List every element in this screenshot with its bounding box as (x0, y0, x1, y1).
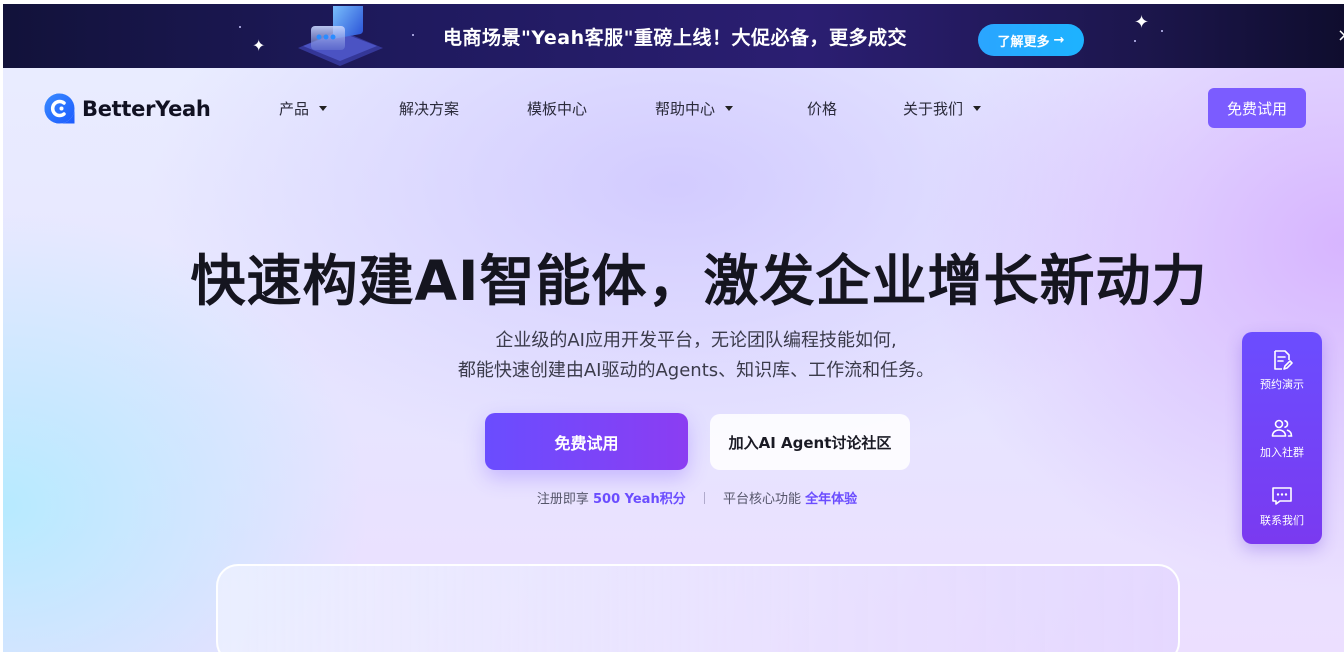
nav-item-about[interactable]: 关于我们 (903, 98, 982, 119)
promo-illustration-icon (298, 6, 383, 66)
promo-banner: ✦ ✦ 电商场景"Yeah客服"重磅上线！大促必备，更多成交 了解更多 → × (3, 4, 1344, 68)
close-icon[interactable]: × (1337, 26, 1344, 46)
logo-text: BetterYeah (82, 96, 211, 121)
nav-item-solutions[interactable]: 解决方案 (399, 98, 459, 119)
caret-down-icon (725, 106, 734, 111)
arrow-right-icon: → (1053, 32, 1065, 48)
nav-item-label: 帮助中心 (655, 100, 716, 118)
banner-message: 电商场景"Yeah客服"重磅上线！大促必备，更多成交 (443, 27, 908, 49)
nav-item-pricing[interactable]: 价格 (807, 98, 837, 119)
divider (703, 492, 705, 504)
brand-logo[interactable]: BetterYeah (43, 92, 211, 125)
perk-2-prefix: 平台核心功能 (723, 492, 802, 507)
learn-more-button[interactable]: 了解更多 → (978, 24, 1084, 56)
product-preview-frame (216, 564, 1180, 652)
nav-item-templates[interactable]: 模板中心 (527, 98, 587, 119)
hero-subline-1: 企业级的AI应用开发平台，无论团队编程技能如何, (495, 330, 897, 351)
side-item-label: 预约演示 (1260, 378, 1304, 391)
star-dot (1161, 30, 1163, 32)
caret-down-icon (319, 106, 328, 111)
join-group-button[interactable]: 加入社群 (1242, 416, 1322, 460)
nav-item-label: 价格 (807, 100, 838, 118)
caret-down-icon (973, 106, 982, 111)
users-icon (1271, 419, 1293, 437)
perk-1-highlight: 500 Yeah积分 (592, 492, 686, 507)
hero-subline-2: 都能快速创建由AI驱动的Agents、知识库、工作流和任务。 (457, 360, 935, 381)
hero-headline: 快速构建AI智能体，激发企业增长新动力 (190, 249, 1208, 313)
book-demo-button[interactable]: 预约演示 (1242, 348, 1322, 392)
sparkle-icon: ✦ (252, 36, 266, 55)
perk-2-highlight: 全年体验 (805, 492, 858, 507)
perk-1-prefix: 注册即享 (536, 492, 589, 507)
star-dot (239, 26, 241, 28)
nav-item-label: 产品 (279, 100, 310, 118)
side-item-label: 加入社群 (1260, 446, 1304, 459)
star-dot (412, 34, 414, 36)
perks-line: 注册即享 500 Yeah积分 平台核心功能 全年体验 (0, 488, 1344, 507)
nav-item-label: 模板中心 (527, 100, 588, 118)
nav-item-product[interactable]: 产品 (279, 98, 328, 119)
chat-bubble-icon (1272, 487, 1292, 505)
sparkle-icon: ✦ (1134, 12, 1150, 33)
join-community-button[interactable]: 加入AI Agent讨论社区 (710, 414, 910, 470)
free-trial-nav-button[interactable]: 免费试用 (1208, 88, 1306, 128)
nav-item-label: 关于我们 (903, 100, 964, 118)
logo-icon (44, 93, 75, 124)
edit-document-icon (1274, 350, 1293, 370)
free-trial-button[interactable]: 免费试用 (485, 413, 688, 470)
side-item-label: 联系我们 (1260, 514, 1304, 527)
learn-more-label: 了解更多 (997, 34, 1050, 50)
contact-us-button[interactable]: 联系我们 (1242, 484, 1322, 528)
nav-item-help[interactable]: 帮助中心 (655, 98, 734, 119)
floating-contact-panel: 预约演示 加入社群 联系我们 (1242, 332, 1322, 544)
nav-item-label: 解决方案 (399, 100, 460, 118)
star-dot (1134, 40, 1136, 42)
